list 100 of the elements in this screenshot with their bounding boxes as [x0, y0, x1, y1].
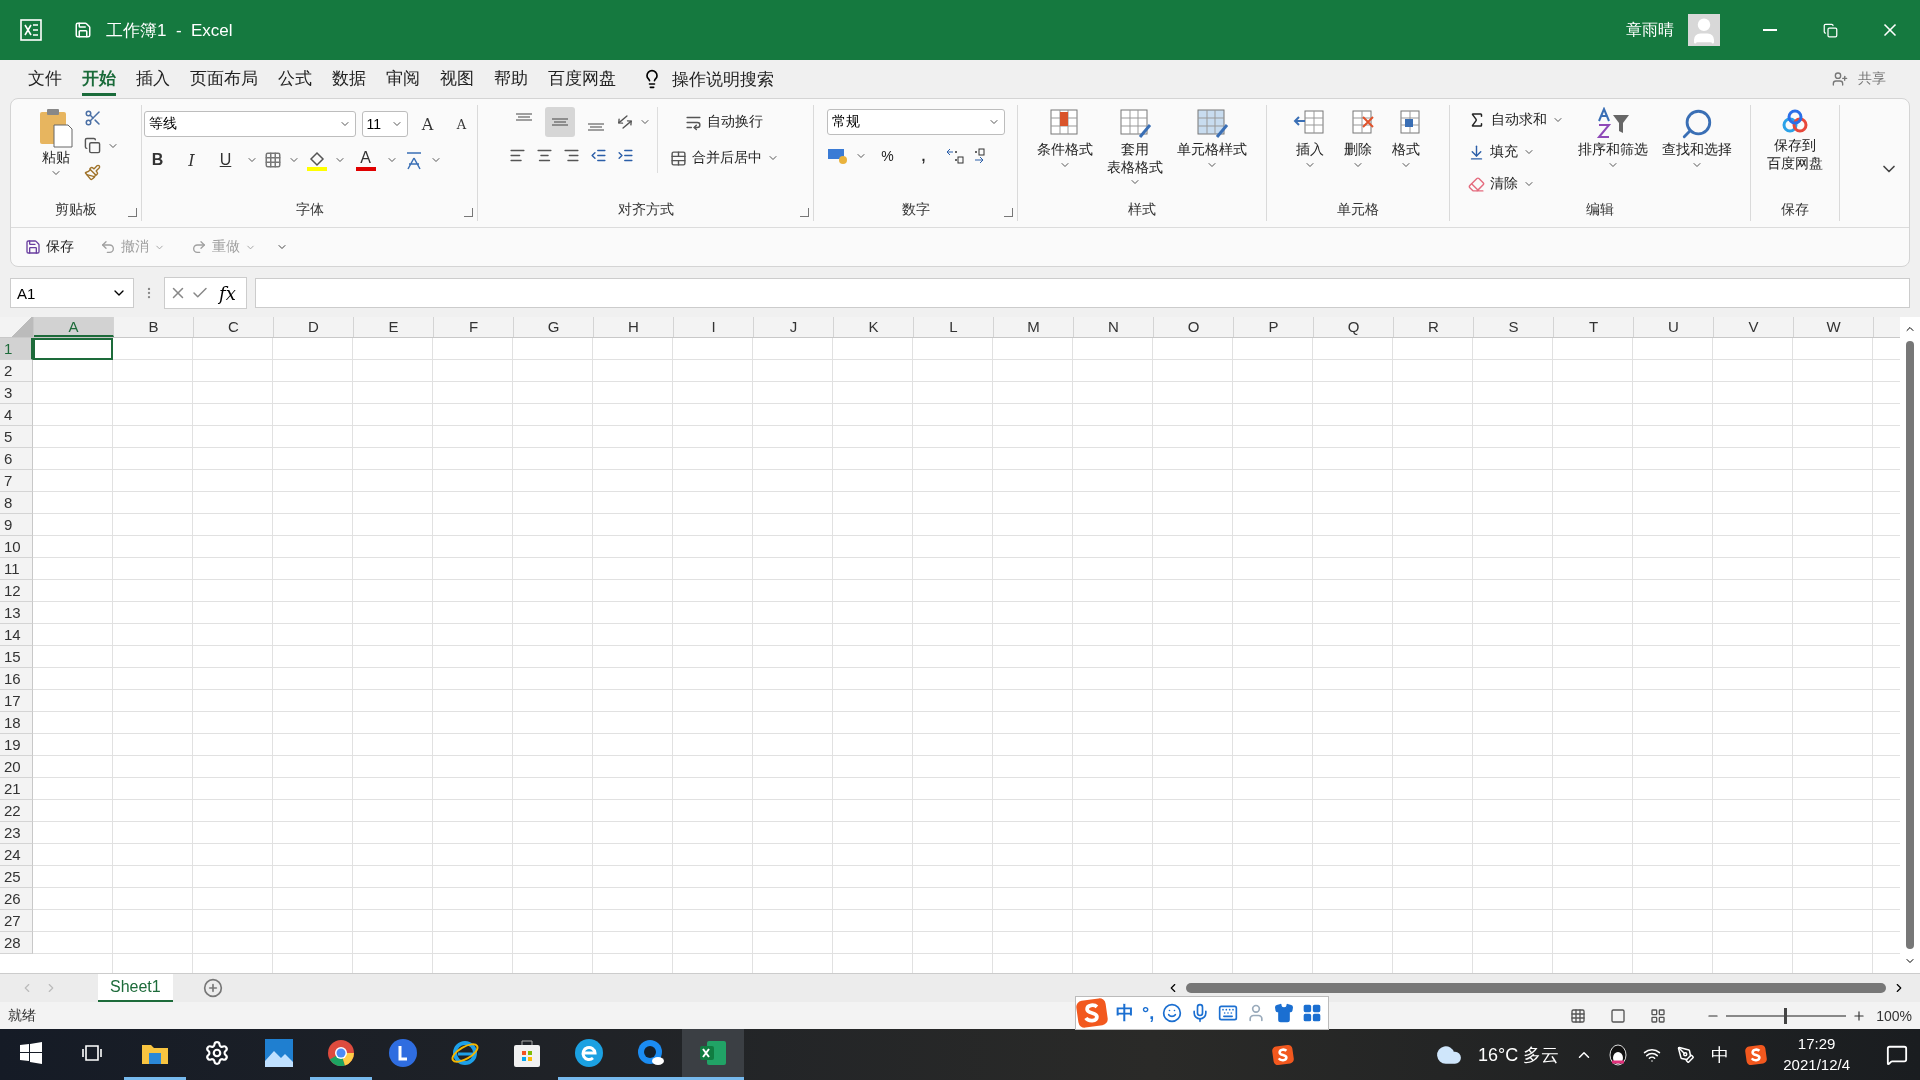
input-indicator[interactable]: 中	[1711, 1042, 1730, 1067]
shrink-font-button[interactable]: A	[447, 109, 476, 139]
column-header[interactable]: A	[34, 317, 114, 337]
column-header[interactable]: Q	[1314, 317, 1394, 337]
row-header[interactable]: 13	[0, 602, 33, 624]
row-header[interactable]: 28	[0, 932, 33, 954]
save-icon[interactable]	[74, 21, 92, 39]
emoji-icon[interactable]	[1162, 1003, 1183, 1023]
row-header[interactable]: 18	[0, 712, 33, 734]
column-header[interactable]: P	[1234, 317, 1314, 337]
percent-button[interactable]: %	[872, 141, 903, 171]
editing-button[interactable]: 自动求和	[1464, 105, 1568, 135]
row-header[interactable]: 12	[0, 580, 33, 602]
align-right-icon[interactable]	[562, 147, 580, 164]
active-cell[interactable]	[33, 338, 113, 360]
ribbon-tab[interactable]: 百度网盘	[548, 62, 616, 96]
borders-icon[interactable]	[263, 151, 282, 169]
quick-access-button[interactable]: 保存	[19, 237, 80, 257]
align-center-icon[interactable]	[535, 147, 553, 164]
style-button[interactable]: 套用 表格格式	[1103, 105, 1167, 190]
column-header[interactable]: I	[674, 317, 754, 337]
row-header[interactable]: 5	[0, 426, 33, 448]
ribbon-tab[interactable]: 开始	[82, 62, 116, 96]
dialog-launcher-icon[interactable]	[128, 208, 137, 217]
sheet-tab[interactable]: Sheet1	[98, 974, 173, 1002]
row-header[interactable]: 23	[0, 822, 33, 844]
dialog-launcher-icon[interactable]	[800, 208, 809, 217]
editing-large-button[interactable]: 排序和筛选	[1574, 105, 1652, 173]
zoom-percent[interactable]: 100%	[1876, 1007, 1912, 1024]
column-header[interactable]: J	[754, 317, 834, 337]
column-header[interactable]: B	[114, 317, 194, 337]
column-header[interactable]: K	[834, 317, 914, 337]
row-header[interactable]: 6	[0, 448, 33, 470]
row-header[interactable]: 24	[0, 844, 33, 866]
vertical-align-button[interactable]	[544, 107, 575, 137]
ribbon-tab[interactable]: 插入	[136, 62, 170, 96]
fill-color-icon[interactable]	[305, 149, 328, 171]
tell-me-search[interactable]: 操作说明搜索	[666, 66, 780, 92]
add-sheet-icon[interactable]	[202, 978, 223, 998]
normal-view-icon[interactable]	[1570, 1007, 1587, 1024]
align-left-icon[interactable]	[508, 147, 526, 164]
column-header[interactable]: H	[594, 317, 674, 337]
page-break-icon[interactable]	[1650, 1007, 1667, 1024]
ribbon-tab[interactable]: 页面布局	[190, 62, 258, 96]
ribbon-tab[interactable]: 公式	[278, 62, 312, 96]
shirt-icon[interactable]	[1274, 1003, 1295, 1023]
italic-button[interactable]: I	[177, 145, 206, 175]
cells-button[interactable]: 删除	[1337, 105, 1379, 173]
column-header[interactable]: R	[1394, 317, 1474, 337]
name-box[interactable]: A1	[10, 278, 134, 308]
page-layout-icon[interactable]	[1610, 1007, 1627, 1024]
column-header[interactable]: V	[1714, 317, 1794, 337]
column-header[interactable]: D	[274, 317, 354, 337]
column-header[interactable]: G	[514, 317, 594, 337]
style-button[interactable]: 条件格式	[1033, 105, 1097, 173]
row-header[interactable]: 3	[0, 382, 33, 404]
ribbon-tab[interactable]: 文件	[28, 62, 62, 96]
wrap-text-button[interactable]: 自动换行	[665, 107, 783, 137]
copy-icon[interactable]	[83, 137, 101, 154]
increase-indent-icon[interactable]	[616, 147, 634, 164]
column-header[interactable]: E	[354, 317, 434, 337]
clock[interactable]: 17:29 2021/12/4	[1783, 1034, 1850, 1075]
vertical-scroll-thumb[interactable]	[1906, 341, 1914, 949]
row-header[interactable]: 4	[0, 404, 33, 426]
row-header[interactable]: 20	[0, 756, 33, 778]
column-header[interactable]: M	[994, 317, 1074, 337]
currency-icon[interactable]	[826, 147, 849, 165]
merge-center-button[interactable]: 合并后居中	[665, 143, 783, 173]
ribbon-tab[interactable]: 审阅	[386, 62, 420, 96]
row-header[interactable]: 2	[0, 360, 33, 382]
row-header[interactable]: 25	[0, 866, 33, 888]
column-header[interactable]: L	[914, 317, 994, 337]
ime-mode[interactable]: 中	[1116, 1001, 1134, 1025]
column-header[interactable]: S	[1474, 317, 1554, 337]
editing-button[interactable]: 填充	[1464, 137, 1568, 167]
ribbon-tab[interactable]: 数据	[332, 62, 366, 96]
font-size-field[interactable]: 11	[361, 111, 408, 137]
row-header[interactable]: 21	[0, 778, 33, 800]
horizontal-scroll-thumb[interactable]	[1186, 983, 1886, 993]
editing-large-button[interactable]: 查找和选择	[1658, 105, 1736, 173]
format-painter-icon[interactable]	[83, 164, 101, 181]
column-header[interactable]: O	[1154, 317, 1234, 337]
row-header[interactable]: 17	[0, 690, 33, 712]
font-name-field[interactable]: 等线	[143, 111, 356, 137]
column-header[interactable]: N	[1074, 317, 1154, 337]
dialog-launcher-icon[interactable]	[1004, 208, 1013, 217]
row-header[interactable]: 1	[0, 338, 33, 360]
ribbon-tab[interactable]: 帮助	[494, 62, 528, 96]
ime-punctuation[interactable]: °,	[1142, 1002, 1155, 1024]
save-to-cloud-button[interactable]: 保存到 百度网盘	[1763, 105, 1827, 174]
comma-style-button[interactable]: ,	[908, 141, 939, 171]
number-format-field[interactable]: 常规	[826, 109, 1005, 135]
row-header[interactable]: 14	[0, 624, 33, 646]
row-header[interactable]: 27	[0, 910, 33, 932]
toolbox-icon[interactable]	[1302, 1003, 1323, 1023]
ribbon-tab[interactable]: 视图	[440, 62, 474, 96]
column-header[interactable]: W	[1794, 317, 1874, 337]
notifications-icon[interactable]	[1886, 1043, 1908, 1066]
cut-icon[interactable]	[83, 109, 102, 127]
cells-button[interactable]: 格式	[1385, 105, 1427, 173]
